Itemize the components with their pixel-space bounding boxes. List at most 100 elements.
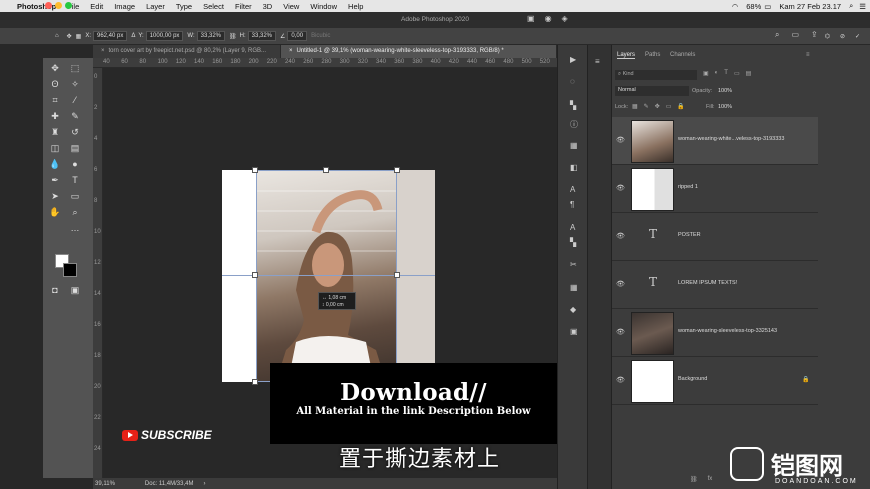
tab-untitled-1[interactable]: × Untitled-1 @ 39,1% (woman-wearing-white…: [281, 45, 557, 58]
blend-mode-select[interactable]: Normal: [615, 86, 689, 96]
menu-filter[interactable]: Filter: [235, 2, 252, 11]
lock-transparent-icon[interactable]: ▦: [632, 103, 638, 110]
close-tab-icon[interactable]: ×: [101, 48, 105, 54]
share-icon[interactable]: ⇪: [811, 30, 818, 40]
subscribe-badge[interactable]: SUBSCRIBE: [122, 428, 212, 442]
swatches-icon[interactable]: ▦: [570, 141, 578, 150]
lock-position-icon[interactable]: ✥: [655, 103, 660, 110]
more-tools-icon[interactable]: …: [69, 222, 81, 234]
tray-icon[interactable]: ◈: [562, 14, 568, 23]
character-icon[interactable]: A: [570, 185, 575, 194]
filter-adjust-icon[interactable]: ◐: [715, 70, 719, 77]
eye-icon[interactable]: 👁: [616, 136, 625, 144]
lightbulb-icon[interactable]: ◌: [570, 77, 575, 86]
eraser-tool-icon[interactable]: ◫: [49, 142, 61, 154]
search-icon[interactable]: ⌕: [849, 1, 853, 11]
healing-brush-icon[interactable]: ✚: [49, 110, 61, 122]
commit-transform-icon[interactable]: ✓: [855, 33, 860, 40]
tab-channels[interactable]: Channels: [670, 52, 695, 58]
layer-row[interactable]: 👁 woman-wearing-sleeveless-top-3325143: [612, 309, 818, 357]
transform-handle[interactable]: [252, 167, 258, 173]
filter-smart-icon[interactable]: ▤: [746, 70, 752, 77]
type-tool-icon[interactable]: T: [69, 174, 81, 186]
fx-icon[interactable]: fx: [708, 476, 713, 483]
w-field[interactable]: 33,32%: [196, 31, 226, 41]
zoom-window-button[interactable]: [65, 2, 72, 9]
adjustments-icon[interactable]: ▚: [570, 101, 576, 110]
tray-icon[interactable]: ◉: [545, 14, 552, 23]
link-icon[interactable]: ⛓: [229, 33, 237, 40]
tools-preset-icon[interactable]: ✂: [570, 260, 577, 269]
layers-comp-icon[interactable]: ▣: [570, 327, 578, 336]
workspace-icon[interactable]: ▭: [791, 30, 799, 40]
eye-icon[interactable]: 👁: [616, 184, 625, 192]
glyphs-icon[interactable]: A: [570, 223, 575, 232]
layer-name[interactable]: Background: [678, 376, 707, 382]
magic-wand-tool-icon[interactable]: ✧: [69, 78, 81, 90]
3d-icon[interactable]: ◆: [570, 305, 576, 314]
filter-pixel-icon[interactable]: ▣: [703, 70, 709, 77]
marquee-tool-icon[interactable]: ⬚: [69, 62, 81, 74]
search-icon[interactable]: ⌕: [775, 30, 779, 40]
menu-image[interactable]: Image: [114, 2, 135, 11]
cancel-transform-icon[interactable]: ⊘: [840, 33, 845, 40]
menu-window[interactable]: Window: [310, 2, 337, 11]
x-field[interactable]: 962,40 px: [93, 31, 128, 41]
shape-tool-icon[interactable]: ▭: [69, 190, 81, 202]
paragraph-icon[interactable]: ¶: [570, 200, 574, 209]
transform-handle[interactable]: [252, 272, 258, 278]
angle-field[interactable]: 0,00: [287, 31, 308, 41]
menu-3d[interactable]: 3D: [263, 2, 273, 11]
menu-layer[interactable]: Layer: [146, 2, 165, 11]
background-color-swatch[interactable]: [63, 263, 77, 277]
lock-pixels-icon[interactable]: ✎: [644, 103, 649, 110]
tab-paths[interactable]: Paths: [645, 52, 660, 58]
layer-name[interactable]: LOREM IPSUM TEXTS!: [678, 280, 737, 286]
interpolation-select[interactable]: Bicubic: [311, 33, 330, 39]
tab-layers[interactable]: Layers: [617, 52, 636, 59]
reference-point-icon[interactable]: ▦: [76, 33, 82, 40]
menu-edit[interactable]: Edit: [90, 2, 103, 11]
layer-name[interactable]: woman-wearing-sleeveless-top-3325143: [678, 328, 777, 334]
close-window-button[interactable]: [45, 2, 52, 9]
eye-icon[interactable]: 👁: [616, 232, 625, 240]
minimize-window-button[interactable]: [55, 2, 62, 9]
tray-icon[interactable]: ▣: [527, 14, 535, 23]
delta-icon[interactable]: Δ: [131, 33, 135, 39]
zoom-level[interactable]: 39,11%: [95, 481, 115, 487]
table-icon[interactable]: ▦: [570, 283, 578, 292]
move-tool-preset-icon[interactable]: ✥: [67, 33, 72, 40]
layer-row[interactable]: 👁 T LOREM IPSUM TEXTS!: [612, 261, 818, 309]
layers-icon[interactable]: ≡: [595, 57, 600, 66]
tab-torn-cover-art[interactable]: × torn cover art by freepict.net.psd @ 80…: [93, 45, 281, 58]
h-field[interactable]: 33,32%: [247, 31, 276, 41]
info-icon[interactable]: ⓘ: [570, 119, 578, 130]
wifi-icon[interactable]: ◠: [732, 2, 739, 11]
battery-icon[interactable]: ▭: [764, 2, 771, 11]
layer-row[interactable]: 👁 Background 🔒: [612, 357, 818, 405]
color-icon[interactable]: ◧: [570, 163, 578, 172]
brush-tool-icon[interactable]: ✎: [69, 110, 81, 122]
quick-mask-icon[interactable]: ◘: [49, 284, 61, 296]
layer-filter-kind[interactable]: ⌕ Kind: [615, 70, 697, 80]
eyedropper-tool-icon[interactable]: ⁄: [69, 94, 81, 106]
menu-select[interactable]: Select: [203, 2, 224, 11]
history-brush-icon[interactable]: ↺: [69, 126, 81, 138]
transform-bounding-box[interactable]: [256, 170, 397, 382]
layer-row[interactable]: 👁 woman-wearing-white...veless-top-31933…: [612, 117, 818, 165]
menu-type[interactable]: Type: [176, 2, 192, 11]
menu-help[interactable]: Help: [348, 2, 363, 11]
panel-menu-icon[interactable]: ≡: [806, 52, 810, 58]
transform-handle[interactable]: [323, 167, 329, 173]
blur-tool-icon[interactable]: 💧: [49, 158, 61, 170]
menu-extras-icon[interactable]: ☰: [859, 2, 866, 11]
path-selection-icon[interactable]: ➤: [49, 190, 61, 202]
layer-name[interactable]: woman-wearing-white...veless-top-3193333: [678, 136, 784, 142]
clone-stamp-icon[interactable]: ♜: [49, 126, 61, 138]
transform-handle[interactable]: [394, 167, 400, 173]
crop-tool-icon[interactable]: ⌗: [49, 94, 61, 106]
transform-handle[interactable]: [394, 272, 400, 278]
layer-row[interactable]: 👁 ripped 1: [612, 165, 818, 213]
menu-view[interactable]: View: [283, 2, 299, 11]
screen-mode-icon[interactable]: ▣: [69, 284, 81, 296]
